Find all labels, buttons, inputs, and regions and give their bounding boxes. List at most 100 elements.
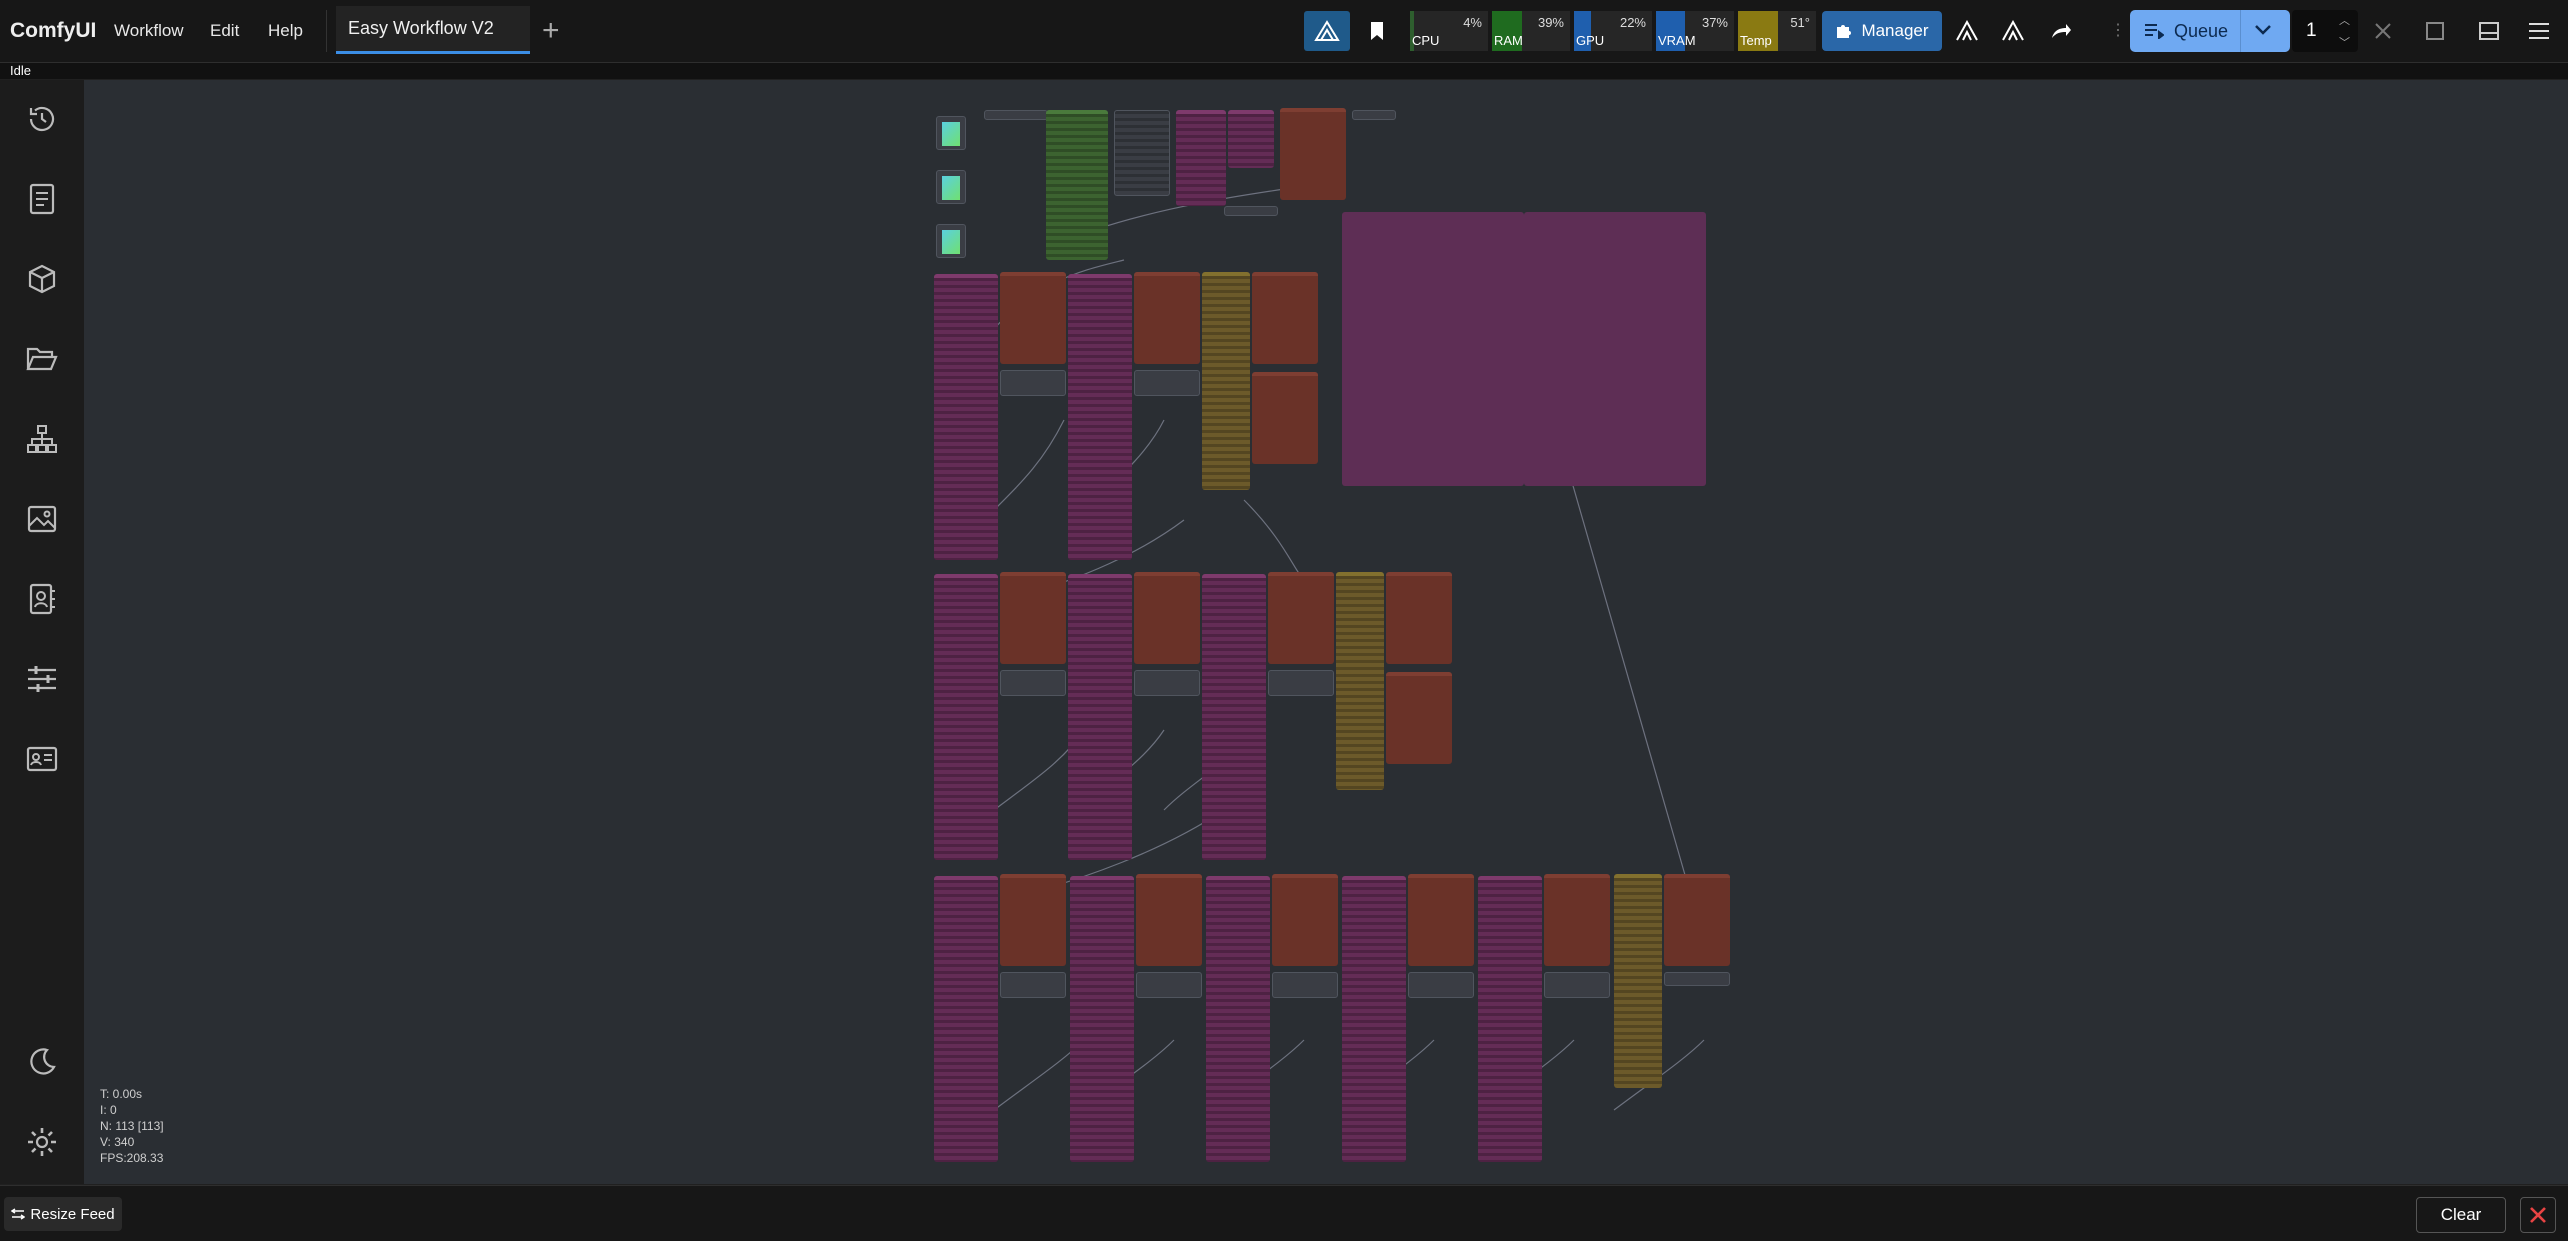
small-node-top[interactable] bbox=[1352, 110, 1396, 120]
image-node-2[interactable] bbox=[936, 170, 966, 204]
gray-node-r1-2[interactable] bbox=[1134, 370, 1200, 396]
stat-time: T: 0.00s bbox=[100, 1087, 143, 1101]
image-node-1[interactable] bbox=[936, 116, 966, 150]
pink-node-top-2[interactable] bbox=[1228, 110, 1274, 168]
preview-node-left[interactable] bbox=[1342, 212, 1524, 486]
red-node-r2-2[interactable] bbox=[1134, 572, 1200, 664]
stat-fps: FPS:208.33 bbox=[100, 1151, 164, 1165]
red-node-r1-3[interactable] bbox=[1252, 272, 1318, 364]
red-node-top[interactable] bbox=[1280, 108, 1346, 200]
bookmark-button[interactable] bbox=[1354, 11, 1400, 51]
queue-count-input[interactable]: 1 ︿ ﹀ bbox=[2292, 10, 2358, 52]
toggle-panel-button[interactable] bbox=[2466, 11, 2512, 51]
sidebar-item-history[interactable] bbox=[20, 97, 64, 141]
focus-mode-button[interactable] bbox=[2412, 11, 2458, 51]
sidebar-item-node-library[interactable] bbox=[20, 417, 64, 461]
increment-icon[interactable]: ︿ bbox=[2339, 12, 2350, 28]
queue-count-value: 1 bbox=[2306, 20, 2317, 41]
add-tab-button[interactable]: + bbox=[542, 0, 560, 62]
red-node-r2-4[interactable] bbox=[1386, 572, 1452, 664]
temp-monitor: Temp 51° bbox=[1738, 11, 1816, 51]
sidebar-item-gallery[interactable] bbox=[20, 497, 64, 541]
resize-feed-button[interactable]: Resize Feed bbox=[4, 1197, 122, 1231]
tab-workflow[interactable]: Easy Workflow V2 bbox=[336, 6, 530, 54]
yellow-node-r2[interactable] bbox=[1336, 572, 1384, 790]
pink-node-r2-2[interactable] bbox=[1068, 574, 1132, 860]
red-node-r1-2[interactable] bbox=[1134, 272, 1200, 364]
drag-handle-icon[interactable]: ⋮ bbox=[2110, 20, 2126, 40]
gear-icon bbox=[28, 1128, 56, 1156]
close-feed-button[interactable] bbox=[2520, 1197, 2556, 1233]
pink-node-r3-5[interactable] bbox=[1478, 876, 1542, 1162]
decrement-icon[interactable]: ﹀ bbox=[2339, 34, 2350, 50]
gray-node-r3-6[interactable] bbox=[1664, 972, 1730, 986]
pink-node-r3-2[interactable] bbox=[1070, 876, 1134, 1162]
yellow-node-r1[interactable] bbox=[1202, 272, 1250, 490]
sidebar-item-queue[interactable] bbox=[20, 177, 64, 221]
sidebar-item-templates[interactable] bbox=[20, 577, 64, 621]
yellow-node-r3[interactable] bbox=[1614, 874, 1662, 1088]
cancel-run-button[interactable] bbox=[2360, 11, 2406, 51]
red-node-r1-1[interactable] bbox=[1000, 272, 1066, 364]
loader-node[interactable] bbox=[984, 110, 1048, 120]
sidebar-item-models[interactable] bbox=[20, 257, 64, 301]
mountain-download-icon bbox=[2002, 20, 2024, 41]
red-node-r3-4[interactable] bbox=[1408, 874, 1474, 966]
green-node[interactable] bbox=[1046, 110, 1108, 260]
menu-workflow[interactable]: Workflow bbox=[114, 0, 184, 62]
pink-node-r1-2[interactable] bbox=[1068, 274, 1132, 560]
share-button[interactable] bbox=[2038, 11, 2084, 51]
theme-toggle-button[interactable] bbox=[20, 1040, 64, 1084]
red-node-r1-4[interactable] bbox=[1252, 372, 1318, 464]
settings-button[interactable] bbox=[20, 1120, 64, 1164]
gray-node-r2-3[interactable] bbox=[1268, 670, 1334, 696]
sidebar-item-settings-panel[interactable] bbox=[20, 657, 64, 701]
gray-node-r3-1[interactable] bbox=[1000, 972, 1066, 998]
gray-node-r3-3[interactable] bbox=[1272, 972, 1338, 998]
red-node-r3-5[interactable] bbox=[1544, 874, 1610, 966]
gray-node-r2-2[interactable] bbox=[1134, 670, 1200, 696]
menu-edit[interactable]: Edit bbox=[210, 0, 239, 62]
pink-node-r3-4[interactable] bbox=[1342, 876, 1406, 1162]
small-node-mid[interactable] bbox=[1224, 206, 1278, 216]
pink-node-r3-3[interactable] bbox=[1206, 876, 1270, 1162]
top-menu-bar: ComfyUI Workflow Edit Help Easy Workflow… bbox=[0, 0, 2568, 63]
clear-feed-button[interactable]: Clear bbox=[2416, 1197, 2506, 1233]
graph-canvas[interactable] bbox=[84, 80, 2568, 1184]
resize-arrows-icon bbox=[11, 1208, 26, 1220]
image-node-3[interactable] bbox=[936, 224, 966, 258]
sidebar-item-user[interactable] bbox=[20, 737, 64, 781]
sidebar-item-workflows[interactable] bbox=[20, 337, 64, 381]
model-download-button[interactable] bbox=[1990, 11, 2036, 51]
folder-open-icon bbox=[26, 347, 58, 371]
preview-node-right[interactable] bbox=[1524, 212, 1706, 486]
pink-node-r3-1[interactable] bbox=[934, 876, 998, 1162]
gray-node-r1-1[interactable] bbox=[1000, 370, 1066, 396]
red-node-r2-1[interactable] bbox=[1000, 572, 1066, 664]
red-node-r3-6[interactable] bbox=[1664, 874, 1730, 966]
pink-node-r2-3[interactable] bbox=[1202, 574, 1266, 860]
gray-node[interactable] bbox=[1114, 110, 1170, 196]
red-node-r3-2[interactable] bbox=[1136, 874, 1202, 966]
queue-label: Queue bbox=[2174, 20, 2229, 41]
crystools-button[interactable] bbox=[1304, 11, 1350, 51]
pink-node-top-1[interactable] bbox=[1176, 110, 1226, 206]
chevron-down-icon[interactable] bbox=[2254, 24, 2272, 36]
red-node-r2-3[interactable] bbox=[1268, 572, 1334, 664]
pink-node-r2-1[interactable] bbox=[934, 574, 998, 860]
gray-node-r3-4[interactable] bbox=[1408, 972, 1474, 998]
vram-label: VRAM bbox=[1658, 33, 1696, 48]
pink-node-r1-1[interactable] bbox=[934, 274, 998, 560]
gray-node-r3-5[interactable] bbox=[1544, 972, 1610, 998]
gray-node-r3-2[interactable] bbox=[1136, 972, 1202, 998]
red-node-r3-1[interactable] bbox=[1000, 874, 1066, 966]
red-node-r3-3[interactable] bbox=[1272, 874, 1338, 966]
queue-button[interactable]: Queue bbox=[2130, 10, 2290, 52]
red-node-r2-5[interactable] bbox=[1386, 672, 1452, 764]
model-manager-button[interactable] bbox=[1944, 11, 1990, 51]
menu-help[interactable]: Help bbox=[268, 0, 303, 62]
manager-label: Manager bbox=[1861, 21, 1929, 40]
gray-node-r2-1[interactable] bbox=[1000, 670, 1066, 696]
hamburger-menu-button[interactable] bbox=[2516, 11, 2562, 51]
manager-button[interactable]: Manager bbox=[1822, 11, 1942, 51]
